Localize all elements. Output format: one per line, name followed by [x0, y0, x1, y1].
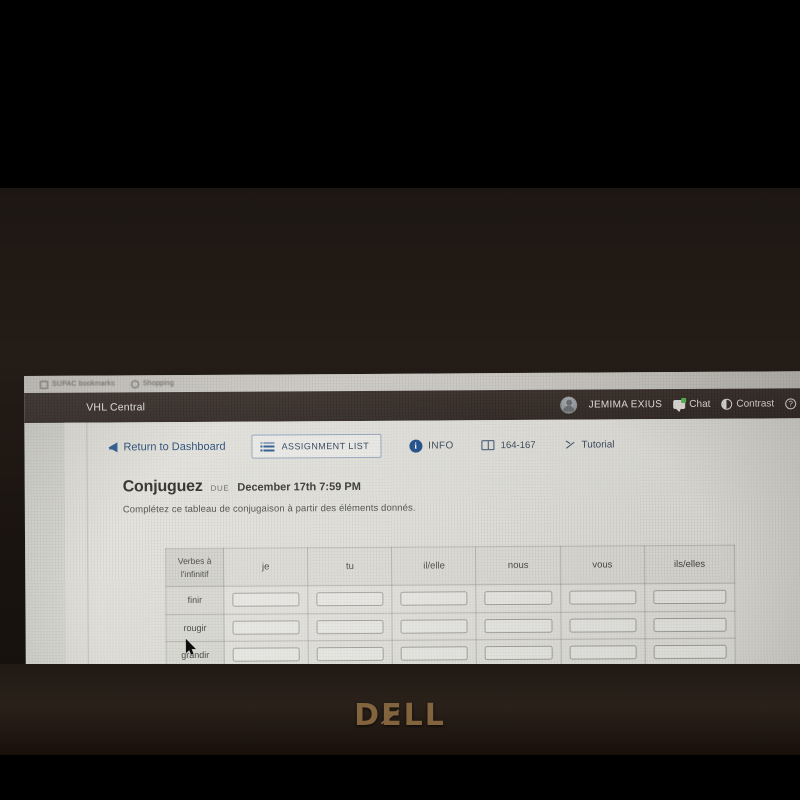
bookmark-item[interactable]: SUPAC bookmarks	[40, 380, 115, 389]
contrast-label: Contrast	[736, 397, 775, 410]
conjugation-cell[interactable]	[223, 585, 309, 614]
tutorial-label: Tutorial	[581, 438, 615, 451]
folder-icon	[40, 380, 49, 389]
verb-infinitive-cell: rougir	[165, 613, 225, 642]
back-arrow-icon	[108, 442, 118, 453]
bookmark-label: SUPAC bookmarks	[52, 380, 115, 388]
bookmark-item[interactable]: Shopping	[130, 379, 175, 388]
mouse-cursor	[185, 638, 197, 655]
user-name[interactable]: JEMIMA EXIUS	[589, 399, 663, 410]
bookmark-label: Shopping	[142, 380, 175, 388]
table-row: finir	[165, 583, 735, 615]
verb-header-line1: Verbes à	[177, 556, 212, 567]
conjugation-input[interactable]	[484, 591, 553, 606]
conjugation-input[interactable]	[400, 619, 469, 634]
conjugation-cell[interactable]	[476, 611, 561, 640]
conjugation-input[interactable]	[316, 592, 384, 607]
laptop-chassis: SUPAC bookmarks Shopping VHL Central JEM…	[0, 186, 800, 800]
column-header-pronoun: ils/elles	[644, 545, 735, 584]
chat-link[interactable]: Chat	[673, 398, 710, 409]
column-header-pronoun: je	[223, 547, 308, 587]
conjugation-input[interactable]	[232, 592, 300, 607]
conjugation-cell[interactable]	[644, 610, 736, 639]
header-account-zone: JEMIMA EXIUS Chat Contrast ?	[560, 395, 800, 414]
assignment-list-button[interactable]: ASSIGNMENT LIST	[251, 433, 382, 459]
table-row: rougir	[165, 610, 736, 642]
chat-label: Chat	[689, 398, 711, 410]
due-date: December 17th 7:59 PM	[237, 480, 361, 494]
book-icon	[481, 440, 495, 451]
column-header-infinitive: Verbes à l'infinitif	[165, 548, 224, 587]
arrow-pointer-icon	[566, 440, 576, 450]
site-header: VHL Central JEMIMA EXIUS Chat Contrast ?	[24, 388, 800, 423]
contrast-icon	[721, 398, 733, 410]
page-title: Conjuguez	[122, 477, 203, 496]
dell-logo-text: DELL	[354, 698, 446, 733]
conjugation-input[interactable]	[653, 617, 727, 632]
column-header-pronoun: tu	[307, 547, 393, 586]
conjugation-cell[interactable]	[392, 612, 477, 641]
textbook-pages-button[interactable]: 164-167	[481, 439, 536, 451]
conjugation-cell[interactable]	[307, 585, 393, 614]
conjugation-input[interactable]	[653, 589, 727, 605]
letterbox-bottom	[0, 755, 800, 800]
return-to-dashboard-link[interactable]: Return to Dashboard	[108, 440, 226, 454]
due-label: DUE	[210, 483, 230, 493]
title-row: Conjuguez DUE December 17th 7:59 PM	[123, 477, 361, 496]
table-header: Verbes à l'infinitif je tu il/elle nous …	[165, 545, 735, 587]
dell-logo: DELL	[0, 698, 800, 733]
verb-infinitive-cell: finir	[165, 586, 224, 615]
conjugation-input[interactable]	[484, 618, 553, 633]
conjugation-cell[interactable]	[560, 611, 645, 640]
conjugation-cell[interactable]	[223, 613, 309, 642]
help-icon[interactable]: ?	[785, 397, 797, 409]
conjugation-cell[interactable]	[476, 584, 561, 613]
info-label: INFO	[428, 439, 454, 452]
conjugation-cell[interactable]	[392, 584, 477, 613]
conjugation-input[interactable]	[400, 646, 469, 661]
conjugation-input[interactable]	[485, 646, 553, 661]
return-to-dashboard-label: Return to Dashboard	[123, 440, 226, 454]
globe-icon	[130, 379, 139, 388]
instructions-text: Complétez ce tableau de conjugaison à pa…	[122, 502, 416, 516]
textbook-pages-label: 164-167	[500, 439, 536, 451]
info-icon: i	[409, 439, 423, 453]
conjugation-input[interactable]	[653, 644, 727, 660]
conjugation-cell[interactable]	[644, 638, 736, 667]
table-header-row: Verbes à l'infinitif je tu il/elle nous …	[165, 545, 735, 587]
list-icon	[263, 441, 275, 452]
conjugation-input[interactable]	[316, 619, 384, 634]
assignment-toolbar: Return to Dashboard ASSIGNMENT LIST i IN…	[108, 432, 615, 459]
conjugation-input[interactable]	[232, 647, 300, 662]
conjugation-cell[interactable]	[560, 583, 645, 612]
conjugation-input[interactable]	[400, 591, 468, 606]
letterbox-top	[0, 0, 800, 188]
conjugation-input[interactable]	[568, 590, 637, 605]
conjugation-input[interactable]	[232, 620, 300, 635]
conjugation-cell[interactable]	[644, 583, 735, 612]
conjugation-cell[interactable]	[308, 612, 393, 641]
column-header-pronoun: il/elle	[391, 546, 477, 586]
site-brand[interactable]: VHL Central	[86, 401, 145, 413]
info-button[interactable]: i INFO	[409, 439, 454, 453]
verb-header-line2: l'infinitif	[180, 568, 209, 579]
tutorial-button[interactable]: Tutorial	[566, 439, 615, 450]
conjugation-cell[interactable]	[560, 638, 646, 667]
column-header-pronoun: nous	[476, 546, 561, 585]
avatar[interactable]	[560, 396, 578, 414]
conjugation-input[interactable]	[569, 645, 637, 660]
chat-icon	[673, 399, 686, 409]
conjugation-input[interactable]	[316, 647, 385, 662]
contrast-toggle[interactable]: Contrast	[721, 397, 775, 410]
assignment-list-label: ASSIGNMENT LIST	[281, 440, 370, 452]
photograph-of-laptop-screen: SUPAC bookmarks Shopping VHL Central JEM…	[0, 0, 800, 800]
column-header-pronoun: vous	[560, 545, 645, 585]
conjugation-input[interactable]	[569, 618, 637, 633]
